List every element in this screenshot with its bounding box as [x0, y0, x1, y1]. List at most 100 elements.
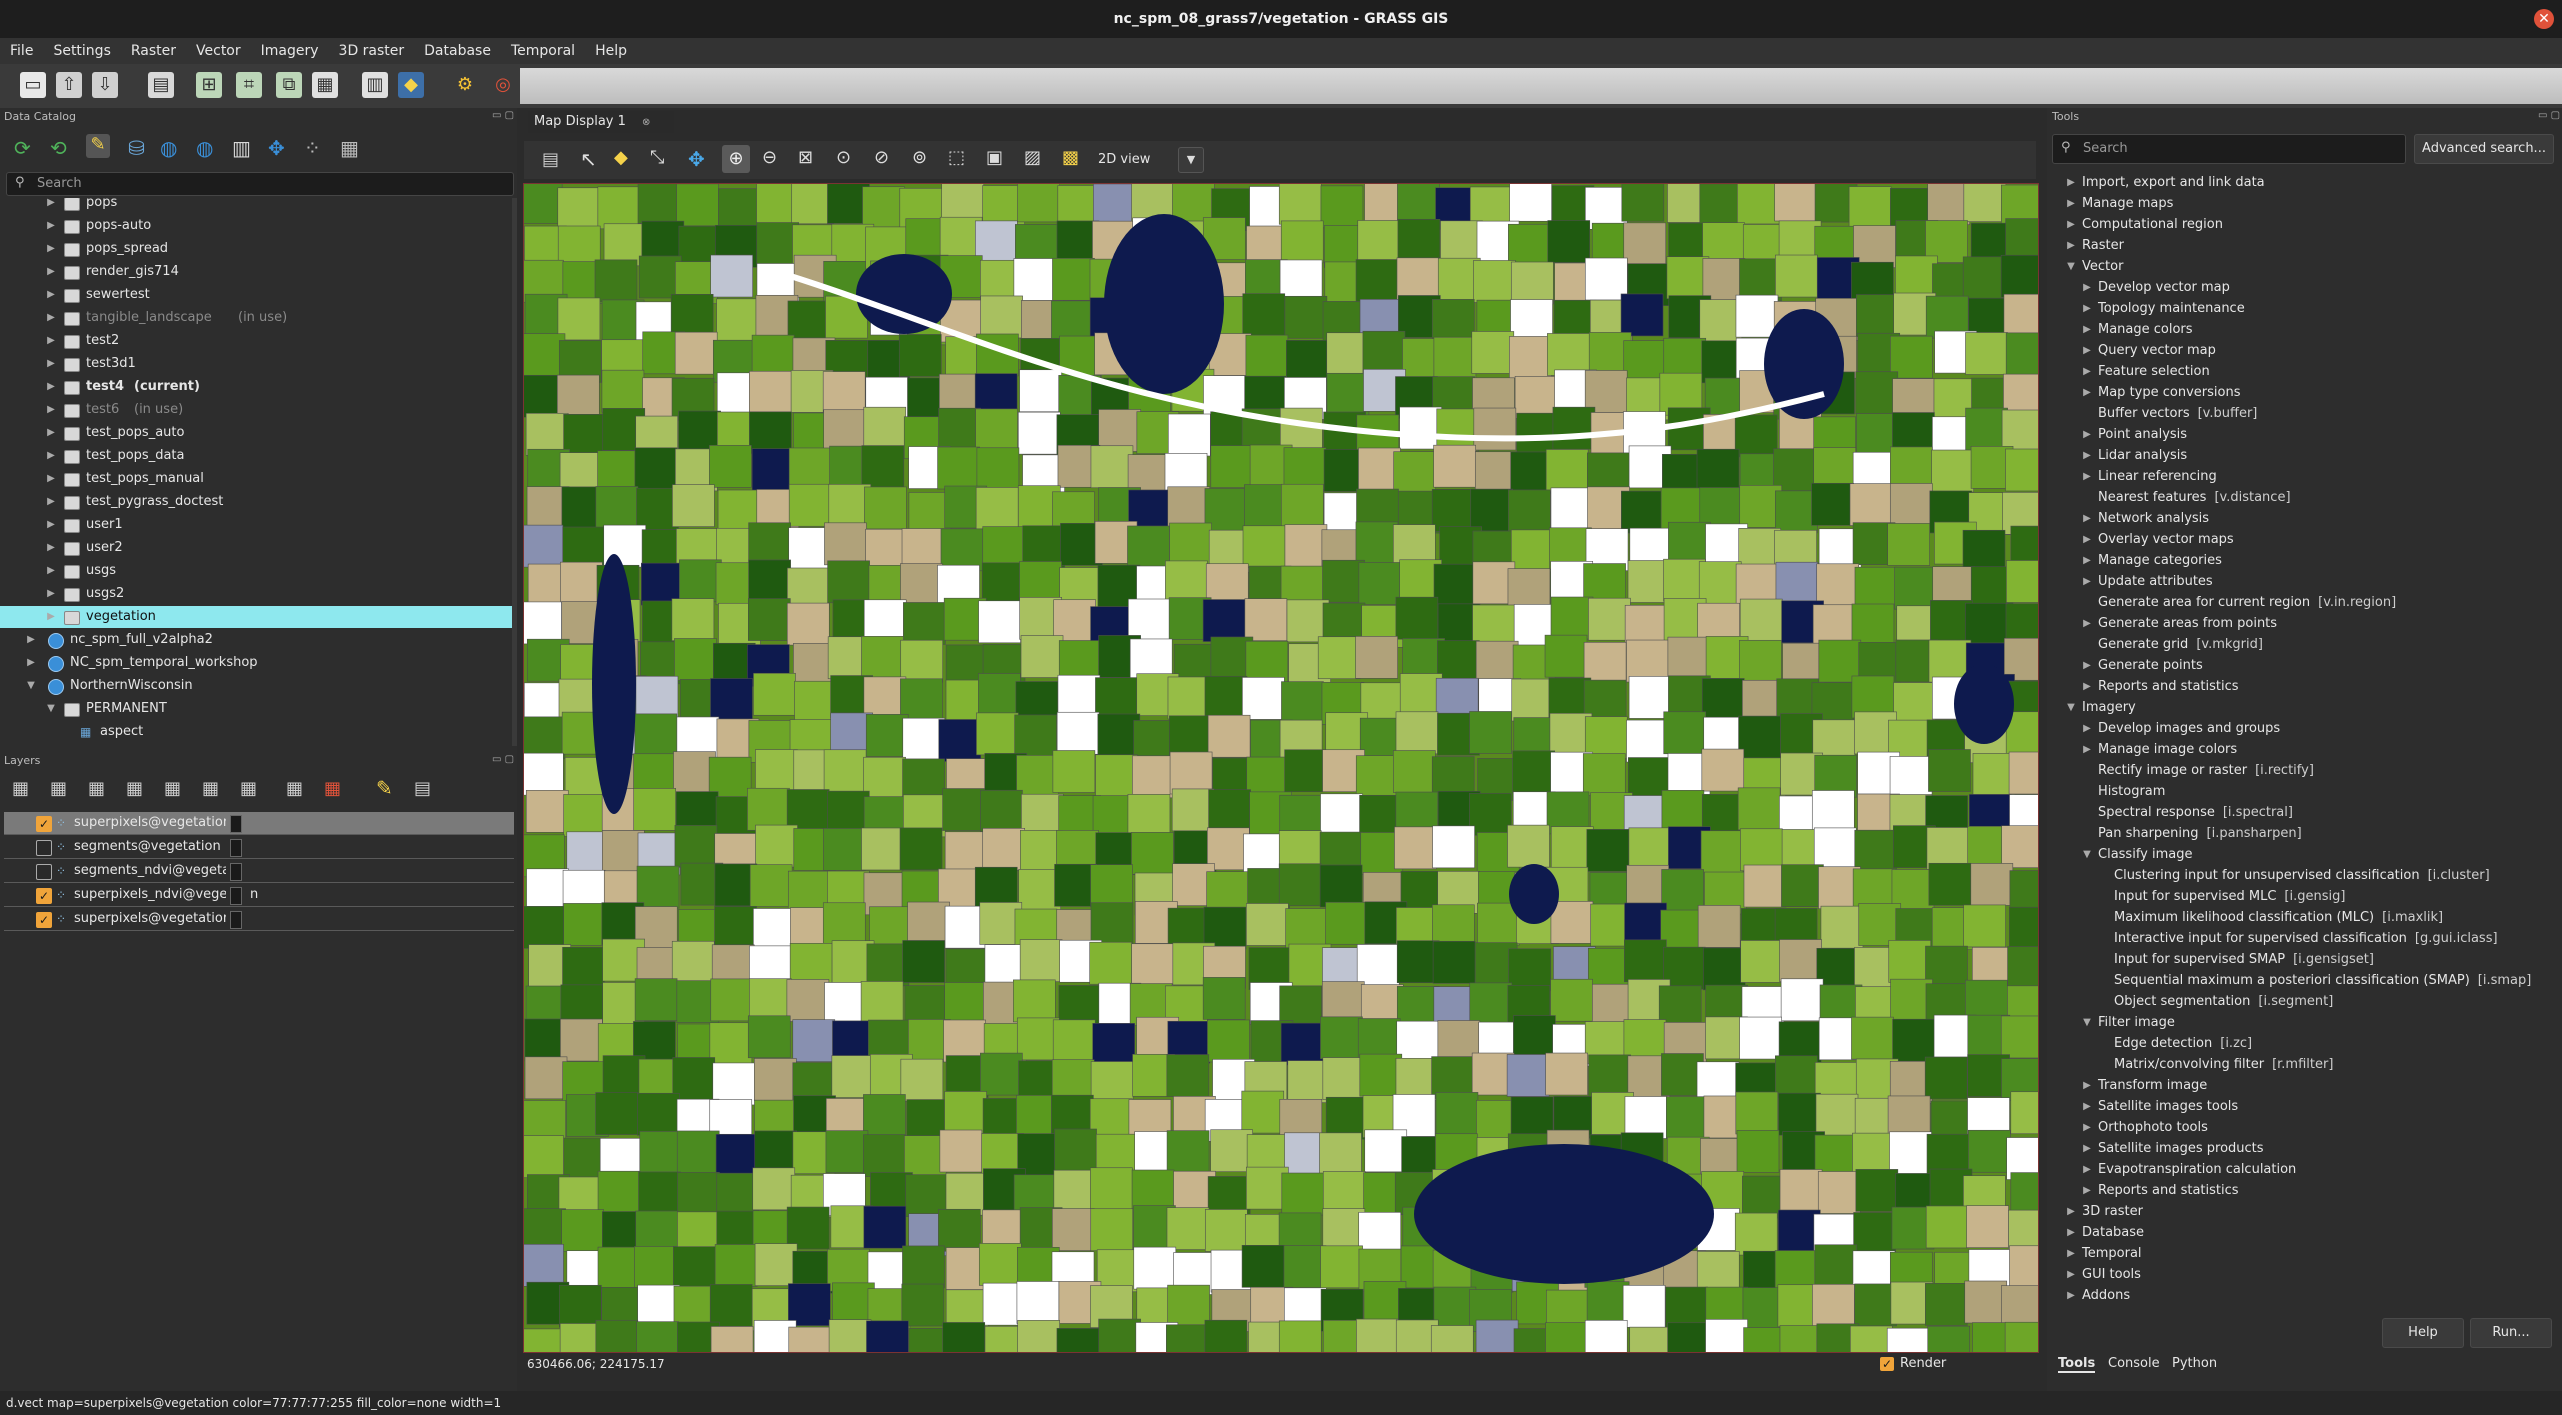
- tools-float-icon[interactable]: ▭ ▢: [2538, 110, 2560, 121]
- pointer-icon[interactable]: ↖: [580, 147, 597, 171]
- tool-tree-item[interactable]: ▶ Reports and statistics: [2052, 1180, 2238, 1201]
- cartographic-composer-icon[interactable]: ▦: [312, 72, 338, 98]
- tool-tree-item[interactable]: ▼ Imagery: [2052, 697, 2136, 718]
- new-document-icon[interactable]: ▭: [20, 72, 46, 98]
- import-data-icon[interactable]: ▥: [232, 136, 251, 160]
- panel-float-icon[interactable]: ▭ ▢: [492, 110, 514, 121]
- tool-tree-item[interactable]: ▶ Satellite images tools: [2052, 1096, 2238, 1117]
- chevron-right-icon[interactable]: ▶: [2066, 214, 2076, 235]
- analyze-map-icon[interactable]: ⬚: [948, 147, 965, 168]
- chevron-right-icon[interactable]: ▶: [2082, 340, 2092, 361]
- new-map-display-icon[interactable]: ▤: [148, 72, 174, 98]
- chevron-right-icon[interactable]: ▶: [2066, 1285, 2076, 1306]
- catalog-mapset-item[interactable]: ▶ render_gis714: [0, 261, 513, 283]
- menu-imagery[interactable]: Imagery: [251, 43, 329, 59]
- add-grid-icon[interactable]: ▦: [286, 778, 303, 799]
- chevron-right-icon[interactable]: ▶: [2082, 319, 2092, 340]
- open-workspace-icon[interactable]: ⇧: [56, 72, 82, 98]
- expand-arrow-icon[interactable]: ▶: [46, 606, 56, 628]
- catalog-mapset-item[interactable]: ▶ usgs: [0, 560, 513, 582]
- zoom-options-icon[interactable]: ⊚: [912, 147, 927, 168]
- expand-arrow-icon[interactable]: ▶: [46, 307, 56, 329]
- tool-tree-item[interactable]: Pan sharpening [i.pansharpen]: [2052, 823, 2302, 844]
- expand-arrow-icon[interactable]: ▶: [46, 399, 56, 421]
- expand-arrow-icon[interactable]: ▶: [26, 652, 36, 674]
- layer-opacity-handle[interactable]: [230, 839, 242, 857]
- chevron-right-icon[interactable]: ▶: [2082, 277, 2092, 298]
- catalog-mapset-item[interactable]: ▶ test2: [0, 330, 513, 352]
- tool-tree-item[interactable]: Generate area for current region [v.in.re…: [2052, 592, 2396, 613]
- add-vector-misc-icon[interactable]: ▦: [164, 778, 181, 799]
- tool-tree-item[interactable]: Sequential maximum a posteriori classifi…: [2052, 970, 2531, 991]
- chevron-right-icon[interactable]: ▶: [2066, 1201, 2076, 1222]
- map-canvas[interactable]: [523, 183, 2039, 1353]
- tool-tree-item[interactable]: Input for supervised MLC [i.gensig]: [2052, 886, 2345, 907]
- tool-tree-item[interactable]: Matrix/convolving filter [r.mfilter]: [2052, 1054, 2333, 1075]
- chevron-right-icon[interactable]: ▶: [2082, 361, 2092, 382]
- tool-tree-item[interactable]: ▶ Satellite images products: [2052, 1138, 2263, 1159]
- graphical-modeler-icon[interactable]: ⌗: [236, 72, 262, 98]
- layer-visibility-checkbox[interactable]: [36, 864, 52, 880]
- tool-tree-item[interactable]: Spectral response [i.spectral]: [2052, 802, 2293, 823]
- expand-arrow-icon[interactable]: ▶: [46, 491, 56, 513]
- catalog-mapset-item[interactable]: ▶ user1: [0, 514, 513, 536]
- layer-opacity-handle[interactable]: [230, 815, 242, 833]
- catalog-search-input[interactable]: ⚲ Search: [6, 172, 514, 196]
- catalog-mapset-item[interactable]: ▶ test3d1: [0, 353, 513, 375]
- expand-arrow-icon[interactable]: ▶: [46, 537, 56, 559]
- expand-arrow-icon[interactable]: ▶: [26, 629, 36, 651]
- expand-arrow-icon[interactable]: ▶: [46, 215, 56, 237]
- chevron-right-icon[interactable]: ▶: [2082, 466, 2092, 487]
- chevron-right-icon[interactable]: ▶: [2082, 676, 2092, 697]
- layer-visibility-checkbox[interactable]: [36, 840, 52, 856]
- expand-arrow-icon[interactable]: ▶: [46, 560, 56, 582]
- menu-raster[interactable]: Raster: [121, 43, 186, 59]
- chevron-right-icon[interactable]: ▶: [2082, 739, 2092, 760]
- zoom-to-layer-icon[interactable]: ⊙: [836, 147, 851, 168]
- tool-tree-item[interactable]: ▶ Query vector map: [2052, 340, 2216, 361]
- expand-arrow-icon[interactable]: ▶: [46, 422, 56, 444]
- chevron-down-icon[interactable]: ▼: [1178, 147, 1204, 173]
- chevron-right-icon[interactable]: ▶: [2066, 193, 2076, 214]
- chevron-right-icon[interactable]: ▶: [2082, 1180, 2092, 1201]
- tool-tree-item[interactable]: ▶ Reports and statistics: [2052, 676, 2238, 697]
- expand-arrow-icon[interactable]: ▶: [46, 284, 56, 306]
- catalog-mapset-item[interactable]: ▶ user2: [0, 537, 513, 559]
- chevron-right-icon[interactable]: ▶: [2066, 172, 2076, 193]
- tools-search-input[interactable]: ⚲ Search: [2052, 134, 2406, 164]
- advanced-search-button[interactable]: Advanced search...: [2414, 134, 2554, 164]
- expand-arrow-icon[interactable]: ▶: [46, 468, 56, 490]
- layers-panel-float-icon[interactable]: ▭ ▢: [492, 754, 514, 765]
- tool-tree-item[interactable]: ▶ Develop images and groups: [2052, 718, 2280, 739]
- layer-item[interactable]: ⁘ segments@vegetation: [4, 836, 514, 859]
- add-raster-icon[interactable]: ▦: [50, 778, 67, 799]
- zoom-back-icon[interactable]: ⊘: [874, 147, 889, 168]
- display-settings-icon[interactable]: ▦: [340, 136, 359, 160]
- add-layers-icon[interactable]: ▦: [12, 778, 29, 799]
- remove-layer-icon[interactable]: ▦: [324, 778, 341, 799]
- chevron-right-icon[interactable]: ▶: [2082, 445, 2092, 466]
- expand-arrow-icon[interactable]: ▶: [46, 261, 56, 283]
- layer-group-icon[interactable]: ✥: [268, 136, 285, 160]
- add-raster-misc-icon[interactable]: ▦: [88, 778, 105, 799]
- layer-visibility-checkbox[interactable]: ✓: [36, 912, 52, 928]
- chevron-right-icon[interactable]: ▶: [2082, 1159, 2092, 1180]
- chevron-down-icon[interactable]: ▼: [2082, 844, 2092, 865]
- chevron-right-icon[interactable]: ▶: [2082, 550, 2092, 571]
- tool-tree-item[interactable]: ▼ Filter image: [2052, 1012, 2175, 1033]
- menu-settings[interactable]: Settings: [43, 43, 120, 59]
- tool-tree-item[interactable]: ▶ Overlay vector maps: [2052, 529, 2234, 550]
- query-icon[interactable]: ⤡: [650, 147, 664, 168]
- tab-console[interactable]: Console: [2108, 1356, 2160, 1371]
- download-location-icon[interactable]: ◍: [196, 136, 213, 160]
- print-map-icon[interactable]: ▩: [1062, 147, 1079, 168]
- chevron-right-icon[interactable]: ▶: [2082, 571, 2092, 592]
- expand-arrow-icon[interactable]: ▼: [26, 675, 36, 697]
- view-mode-select[interactable]: 2D view: [1098, 149, 1178, 171]
- layer-item[interactable]: ✓ ⁘ superpixels@vegetation: [4, 908, 514, 931]
- chevron-right-icon[interactable]: ▶: [2066, 235, 2076, 256]
- chevron-right-icon[interactable]: ▶: [2066, 1243, 2076, 1264]
- chevron-right-icon[interactable]: ▶: [2082, 718, 2092, 739]
- expand-arrow-icon[interactable]: ▶: [46, 583, 56, 605]
- catalog-mapset-item[interactable]: ▶ test_pops_manual: [0, 468, 513, 490]
